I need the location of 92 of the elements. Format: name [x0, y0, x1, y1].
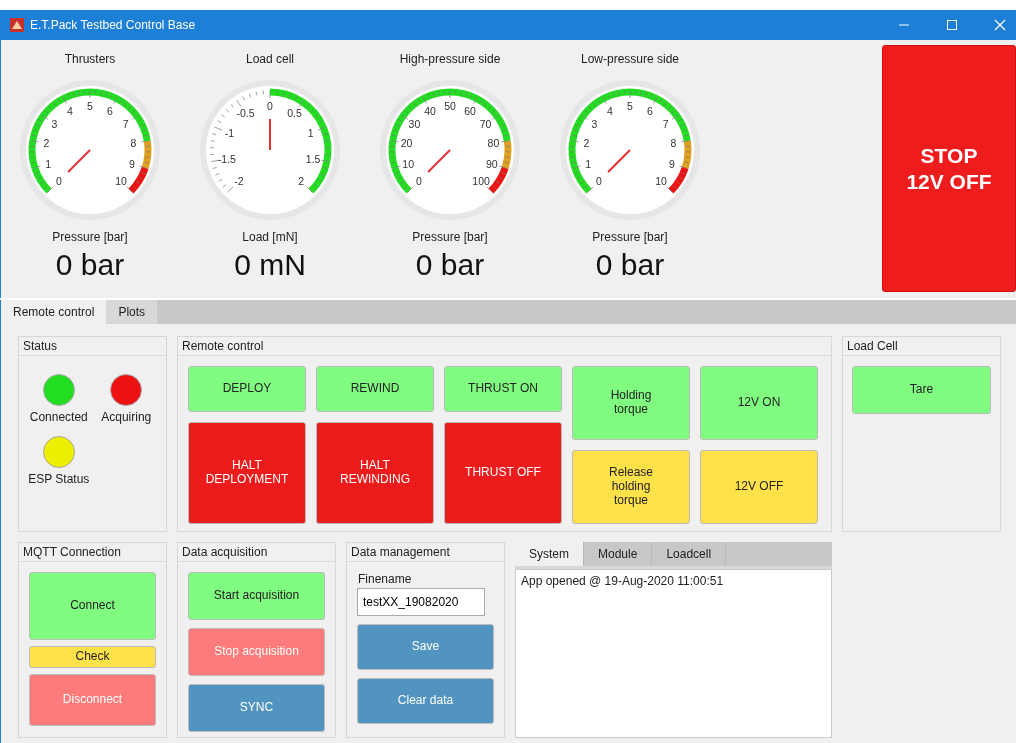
- tab[interactable]: Remote control: [1, 300, 107, 324]
- tick-label: 100: [472, 175, 490, 188]
- axis-label: Pressure [bar]: [52, 230, 128, 244]
- control-button[interactable]: HALT REWINDING: [316, 422, 434, 524]
- close-icon[interactable]: [994, 19, 1006, 31]
- tick-label: 0: [415, 175, 422, 188]
- needle: [67, 149, 91, 173]
- log-tab[interactable]: System: [515, 542, 584, 566]
- control-button[interactable]: THRUST OFF: [444, 422, 562, 524]
- tick-label: -0.5: [236, 107, 255, 120]
- gauge-title: High-pressure side: [399, 52, 501, 66]
- tick-label: 4: [607, 104, 613, 117]
- gauge-reading: 0 mN: [234, 248, 306, 282]
- tick-label: 10: [655, 175, 667, 188]
- gauge-reading: 0 bar: [595, 248, 665, 282]
- axis-label: Pressure [bar]: [592, 230, 668, 244]
- gauge-title: Thrusters: [64, 52, 116, 66]
- filename-field[interactable]: testXX_19082020: [357, 588, 485, 616]
- tick-label: 0: [55, 175, 62, 188]
- tick-label: 5: [627, 100, 633, 112]
- needle: [607, 149, 631, 173]
- tick-label: 70: [479, 118, 492, 131]
- panel-title: Data acquisition: [178, 543, 335, 562]
- control-button[interactable]: 12V OFF: [700, 450, 818, 524]
- gauge-reading: 0 bar: [55, 248, 125, 282]
- tick-label: 1: [585, 157, 592, 170]
- tare-button[interactable]: Tare: [852, 366, 991, 414]
- gauge-reading: 0 bar: [415, 248, 485, 282]
- tick-label: 1: [45, 157, 52, 170]
- tick-label: 2: [298, 175, 305, 188]
- tick-label: 1: [307, 127, 314, 140]
- control-button[interactable]: THRUST ON: [444, 366, 562, 412]
- tick-label: 30: [408, 118, 421, 131]
- tick-label: 3: [51, 118, 58, 131]
- tick-label: 10: [115, 175, 127, 188]
- tick-label: 4: [67, 104, 73, 117]
- tick-label: -1: [224, 127, 234, 140]
- tick-label: 60: [464, 104, 476, 117]
- log-line: App opened @ 19-Aug-2020 11:00:51: [521, 574, 725, 588]
- tick-label: 8: [130, 137, 137, 150]
- panel-title: Status: [19, 337, 166, 356]
- panel-title: Data management: [347, 543, 504, 562]
- tab[interactable]: Plots: [106, 300, 158, 324]
- app-icon: [10, 18, 24, 32]
- tick-label: 2: [43, 137, 50, 150]
- tick-label: 7: [662, 118, 669, 131]
- lamp-label: Acquiring: [101, 410, 152, 424]
- lamp-label: ESP Status: [28, 472, 90, 486]
- control-button[interactable]: Release holding torque: [572, 450, 690, 524]
- panel-title: MQTT Connection: [19, 543, 166, 562]
- needle: [427, 149, 451, 173]
- tick-label: 90: [486, 157, 498, 170]
- axis-label: Load [mN]: [242, 230, 298, 244]
- maximize-icon[interactable]: [946, 19, 958, 31]
- mqtt-button[interactable]: Check: [29, 646, 156, 668]
- needle: [269, 118, 271, 151]
- gauge-title: Load cell: [245, 52, 294, 66]
- tick-label: -2: [234, 175, 244, 188]
- mqtt-button[interactable]: Connect: [29, 572, 156, 640]
- panel-title: Load Cell: [843, 337, 1000, 356]
- tick-label: 5: [87, 100, 93, 112]
- control-button[interactable]: Holding torque: [572, 366, 690, 440]
- tick-label: 80: [487, 137, 500, 150]
- tick-label: 40: [424, 104, 436, 117]
- tick-label: 3: [591, 118, 598, 131]
- tick-label: 8: [670, 137, 677, 150]
- tick-label: 1.5: [305, 152, 321, 165]
- tick-label: 9: [668, 157, 675, 170]
- tick-label: 50: [444, 100, 456, 112]
- control-button[interactable]: REWIND: [316, 366, 434, 412]
- tick-label: 7: [122, 118, 129, 131]
- tick-label: 10: [402, 157, 414, 170]
- tick-label: -1.5: [217, 152, 236, 165]
- panel-title: Remote control: [178, 337, 831, 356]
- tick-label: 20: [400, 137, 413, 150]
- lamp-label: Connected: [29, 410, 88, 424]
- control-button[interactable]: DEPLOY: [188, 366, 306, 412]
- control-button[interactable]: 12V ON: [700, 366, 818, 440]
- axis-label: Pressure [bar]: [412, 230, 488, 244]
- stop-button[interactable]: STOP 12V OFF: [882, 45, 1016, 292]
- control-button[interactable]: HALT DEPLOYMENT: [188, 422, 306, 524]
- tick-label: 6: [647, 104, 653, 117]
- field-label: Finename: [358, 572, 413, 586]
- tick-label: 0: [595, 175, 602, 188]
- tick-label: 2: [583, 137, 590, 150]
- tick-label: 0: [267, 100, 273, 112]
- tick-label: 6: [107, 104, 113, 117]
- tick-label: 0.5: [287, 107, 302, 120]
- window-title: E.T.Pack Testbed Control Base: [30, 18, 196, 32]
- acquisition-button[interactable]: Start acquisition: [188, 572, 325, 620]
- gauge-title: Low-pressure side: [580, 52, 679, 66]
- tick-label: 9: [128, 157, 135, 170]
